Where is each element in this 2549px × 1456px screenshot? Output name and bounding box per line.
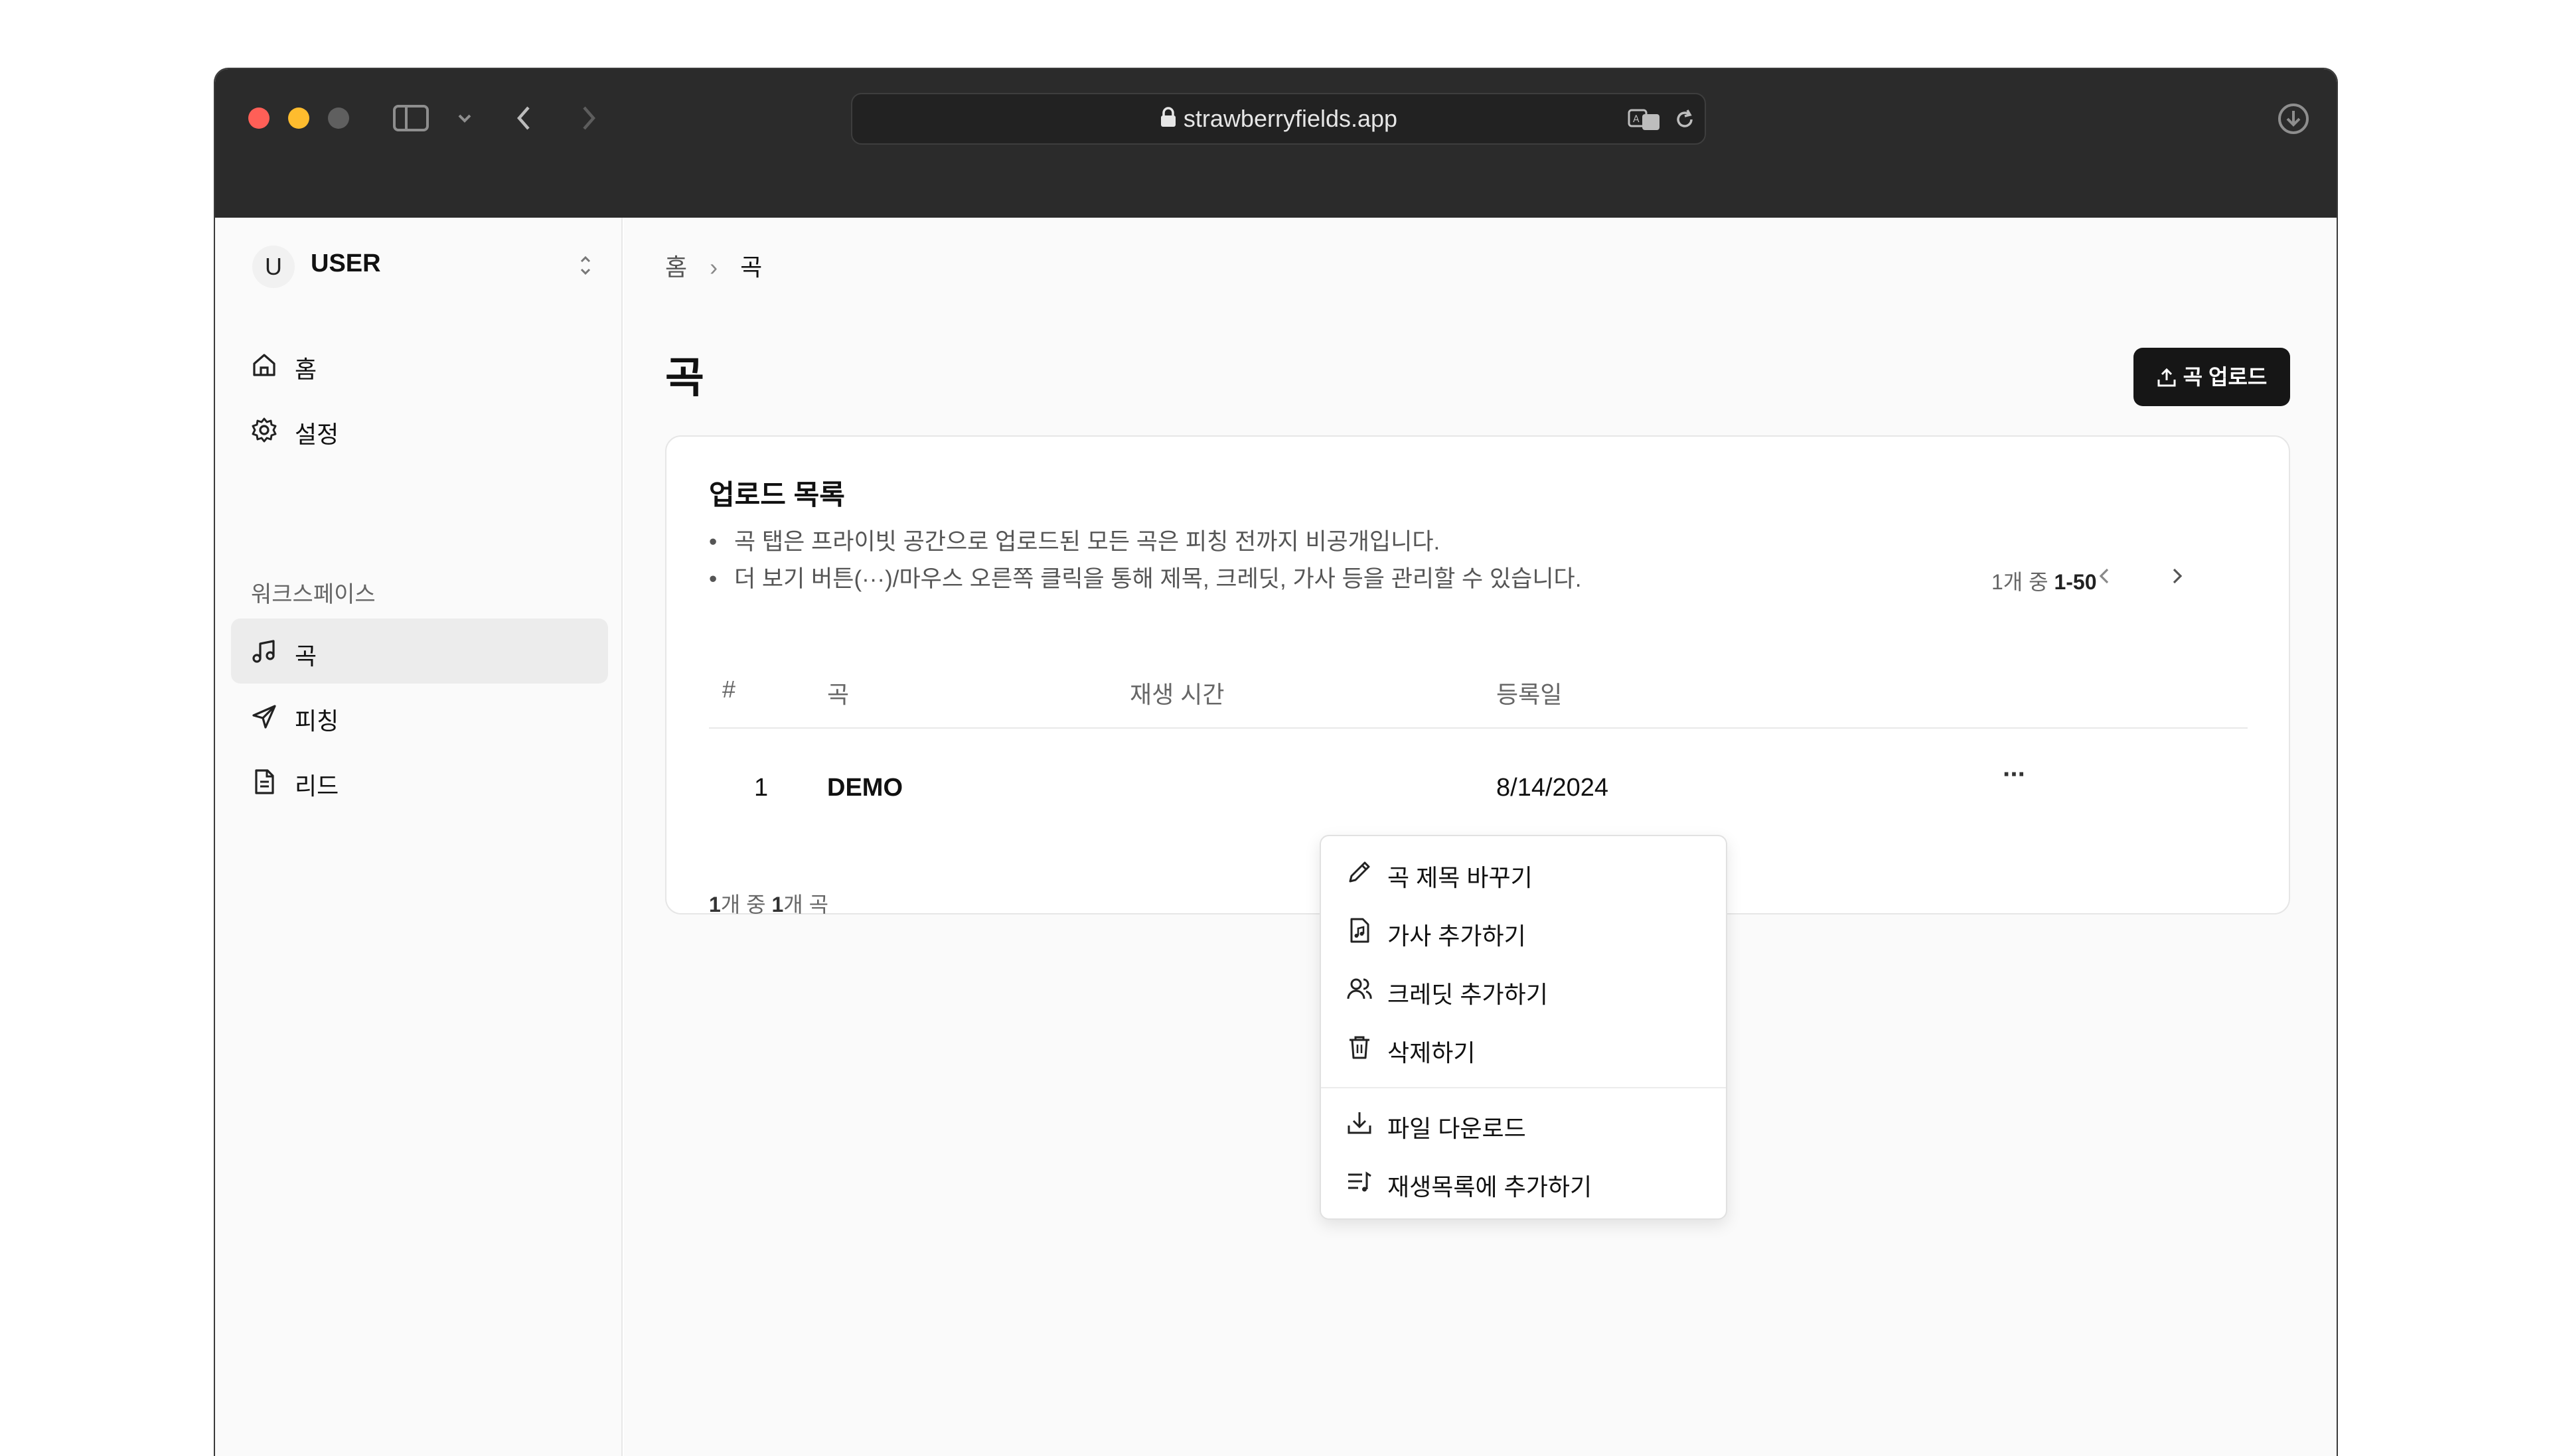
menu-item-add-to-playlist[interactable]: 재생목록에 추가하기: [1330, 1152, 1719, 1209]
app-content: U USER 홈 설정 워크스페이스 곡 피칭 리드 홈 › 곡 곡 곡 업로드…: [215, 218, 2337, 1456]
upload-icon: [2157, 368, 2176, 387]
translate-icon[interactable]: A: [1628, 108, 1661, 131]
row-title: DEMO: [827, 774, 903, 802]
column-header-song: 곡: [827, 681, 850, 708]
upload-song-button[interactable]: 곡 업로드: [2133, 348, 2290, 406]
sidebar-item-label: 리드: [295, 772, 339, 800]
sidebar-item-label: 설정: [295, 421, 339, 448]
chevron-right-icon: ›: [710, 254, 718, 281]
page-title: 곡: [665, 354, 704, 401]
browser-window: strawberryfields.app A U USER 홈 설정 워크스페이…: [214, 68, 2338, 1456]
back-arrow-icon[interactable]: [514, 104, 534, 133]
section-label-workspace: 워크스페이스: [251, 582, 376, 607]
svg-text:A: A: [1633, 114, 1640, 125]
menu-item-add-credits[interactable]: 크레딧 추가하기: [1330, 960, 1719, 1017]
close-window-button[interactable]: [248, 108, 270, 129]
download-manager-icon[interactable]: [2277, 102, 2310, 135]
more-options-button[interactable]: ···: [1994, 761, 2034, 794]
users-icon: [1346, 976, 1373, 1002]
send-icon: [251, 703, 277, 730]
menu-divider: [1321, 1087, 1726, 1088]
card-note: • 더 보기 버튼(···)/마우스 오른쪽 클릭을 통해 제목, 크레딧, 가사…: [709, 566, 1582, 592]
row-context-menu: 곡 제목 바꾸기 가사 추가하기 크레딧 추가하기 삭제하기 파일 다운로드 재…: [1320, 835, 1727, 1220]
card-title: 업로드 목록: [709, 479, 845, 510]
column-header-index: #: [722, 676, 736, 703]
sidebar-item-settings[interactable]: 설정: [231, 397, 608, 462]
download-icon: [1346, 1110, 1373, 1136]
reload-icon[interactable]: [1673, 108, 1697, 131]
maximize-window-button[interactable]: [328, 108, 349, 129]
minimize-window-button[interactable]: [288, 108, 309, 129]
browser-titlebar: strawberryfields.app A: [215, 69, 2337, 218]
upload-song-label: 곡 업로드: [2183, 365, 2268, 389]
sidebar-item-pitching[interactable]: 피칭: [231, 684, 608, 749]
column-header-duration: 재생 시간: [1130, 681, 1225, 708]
sidebar-item-leads[interactable]: 리드: [231, 749, 608, 814]
sidebar-toggle-icon[interactable]: [393, 104, 429, 133]
sidebar-item-songs[interactable]: 곡: [231, 619, 608, 684]
row-index: 1: [754, 774, 769, 802]
avatar: U: [252, 246, 295, 288]
card-note: • 곡 탭은 프라이빗 공간으로 업로드된 모든 곡은 피칭 전까지 비공개입니다…: [709, 529, 1440, 555]
sidebar-item-home[interactable]: 홈: [231, 332, 608, 397]
pencil-icon: [1346, 859, 1373, 885]
chevron-up-down-icon: [579, 254, 592, 281]
sidebar-item-label: 홈: [295, 356, 317, 383]
forward-arrow-icon[interactable]: [579, 104, 599, 133]
chevron-down-icon[interactable]: [457, 111, 473, 125]
breadcrumb: 홈 › 곡: [665, 248, 762, 283]
music-note-icon: [251, 638, 277, 665]
sidebar: U USER 홈 설정 워크스페이스 곡 피칭 리드: [215, 218, 623, 1456]
url-text: strawberryfields.app: [1183, 105, 1398, 132]
column-header-date: 등록일: [1496, 681, 1563, 708]
menu-item-rename[interactable]: 곡 제목 바꾸기: [1330, 843, 1719, 900]
menu-item-download-file[interactable]: 파일 다운로드: [1330, 1094, 1719, 1151]
pager-status: 1개 중 1-50: [1991, 570, 2097, 594]
sidebar-item-label: 곡: [295, 642, 317, 670]
breadcrumb-current: 곡: [740, 254, 763, 281]
user-name: USER: [311, 250, 381, 277]
menu-item-add-lyrics[interactable]: 가사 추가하기: [1330, 901, 1719, 958]
playlist-add-icon: [1346, 1168, 1373, 1195]
home-icon: [251, 352, 277, 378]
file-text-icon: [251, 768, 277, 795]
lock-icon: [1160, 96, 1177, 145]
sidebar-item-label: 피칭: [295, 707, 339, 735]
table-header-divider: [709, 727, 2248, 729]
pager-next-icon[interactable]: [2161, 560, 2193, 592]
lyrics-file-icon: [1346, 917, 1373, 944]
row-count: 1개 중 1개 곡: [709, 893, 829, 916]
menu-item-delete[interactable]: 삭제하기: [1330, 1018, 1719, 1075]
gear-icon: [251, 417, 277, 443]
breadcrumb-home[interactable]: 홈: [665, 254, 687, 281]
address-bar[interactable]: strawberryfields.app A: [851, 93, 1706, 145]
row-date: 8/14/2024: [1496, 774, 1609, 802]
pager-prev-icon[interactable]: [2088, 560, 2120, 592]
trash-icon: [1346, 1034, 1373, 1060]
